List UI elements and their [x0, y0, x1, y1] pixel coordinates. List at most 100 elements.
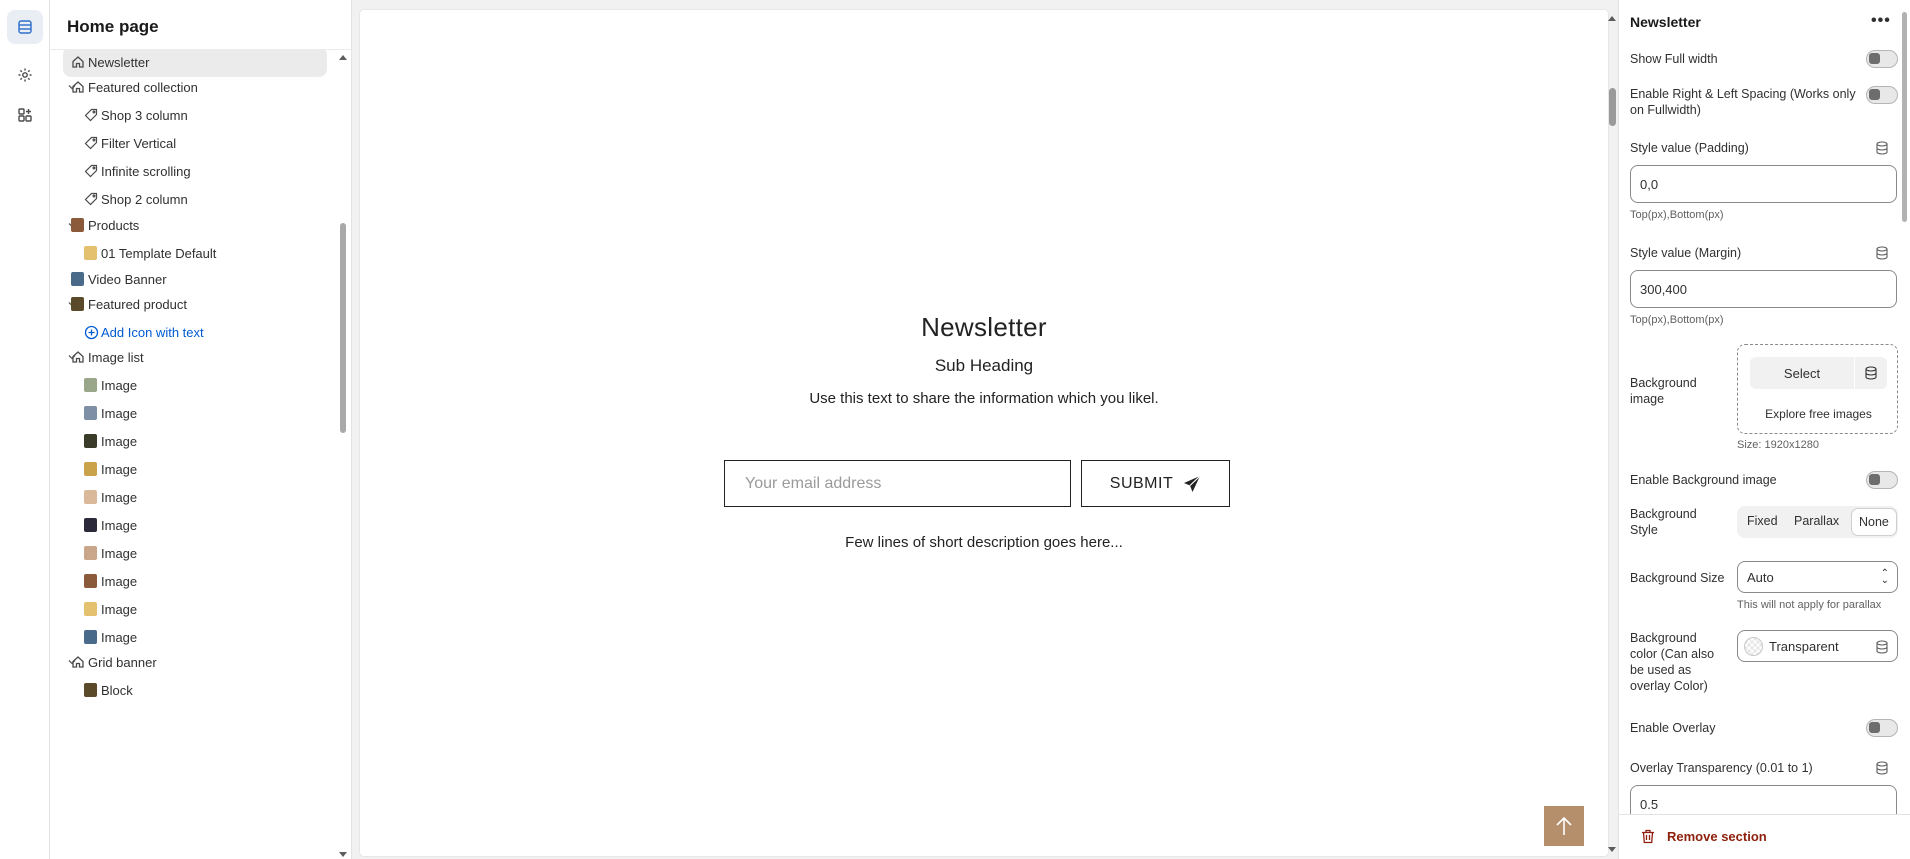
enable-overlay-toggle[interactable]: [1866, 719, 1898, 737]
tree-item-label: Newsletter: [88, 54, 150, 70]
tree-item-label: Image: [101, 405, 138, 421]
padding-input[interactable]: 0,0: [1630, 165, 1897, 203]
tag-icon: [83, 107, 99, 123]
tree-item[interactable]: Grid banner: [50, 647, 335, 677]
image-thumbnail: [84, 434, 97, 448]
tree-item-label: Image: [101, 573, 138, 589]
tree-item[interactable]: Featured product: [50, 289, 335, 319]
back-to-top-button[interactable]: [1544, 806, 1584, 846]
dynamic-source-icon[interactable]: [1855, 357, 1887, 389]
image-thumbnail: [84, 406, 97, 420]
tree-item-label: Products: [88, 217, 140, 233]
home-icon: [70, 349, 86, 365]
bg-image-label: Background image: [1630, 376, 1697, 406]
tree-item-label: Image: [101, 545, 138, 561]
newsletter-subheading: Sub Heading: [934, 356, 1034, 375]
more-actions-icon[interactable]: •••: [1871, 12, 1891, 30]
tree-item-label: Featured product: [88, 296, 188, 312]
home-icon: [70, 54, 86, 70]
bg-size-label: Background Size: [1630, 571, 1725, 585]
show-full-width-toggle[interactable]: [1866, 50, 1898, 68]
submit-button[interactable]: SUBMIT: [1081, 460, 1230, 507]
bg-style-none[interactable]: None: [1851, 508, 1897, 536]
image-thumbnail: [84, 462, 97, 476]
tree-item-label: Image: [101, 601, 138, 617]
image-thumbnail: [84, 602, 97, 616]
image-thumbnail: [84, 378, 97, 392]
tree-item[interactable]: Image list: [50, 342, 335, 372]
icon-rail: [0, 0, 50, 859]
tree-item-label: Image: [101, 461, 138, 477]
tree-item-label: Shop 3 column: [101, 107, 188, 123]
settings-gear-icon[interactable]: [7, 58, 43, 92]
sections-icon[interactable]: [7, 10, 43, 44]
bg-size-value: Auto: [1747, 569, 1774, 585]
apps-icon[interactable]: [7, 98, 43, 132]
tree-item[interactable]: Image: [50, 426, 335, 456]
preview-scrollbar[interactable]: [1606, 10, 1618, 856]
trash-icon: [1642, 829, 1654, 844]
enable-spacing-label: Enable Right & Left Spacing (Works only …: [1630, 87, 1856, 117]
tree-item[interactable]: Image: [50, 594, 335, 624]
tree-item[interactable]: Image: [50, 454, 335, 484]
tree-item[interactable]: Image: [50, 566, 335, 596]
tree-item-label: Add Icon with text: [101, 324, 204, 340]
sidebar-scrollbar[interactable]: [339, 55, 347, 859]
select-image-button[interactable]: Select: [1750, 357, 1854, 389]
product-thumbnail: [84, 246, 97, 260]
tree-item-label: Image: [101, 433, 138, 449]
margin-hint: Top(px),Bottom(px): [1630, 314, 1724, 326]
tree-item-label: 01 Template Default: [101, 245, 217, 261]
explore-free-images-link[interactable]: Explore free images: [1738, 407, 1899, 421]
bg-style-fixed[interactable]: Fixed: [1747, 514, 1778, 528]
section-tree: Newsletter Featured collection Shop 3 colu…: [50, 50, 335, 859]
tree-item[interactable]: Infinite scrolling: [50, 156, 335, 186]
newsletter-title: Newsletter: [921, 312, 1047, 342]
arrow-up-icon: [1556, 816, 1572, 835]
dynamic-source-icon[interactable]: [1875, 246, 1889, 260]
dynamic-source-icon[interactable]: [1875, 141, 1889, 155]
show-full-width-label: Show Full width: [1630, 52, 1718, 66]
tree-item[interactable]: Block: [50, 675, 335, 705]
tree-item-label: Image: [101, 629, 138, 645]
page-title: Home page: [50, 0, 351, 50]
tree-item[interactable]: Image: [50, 510, 335, 540]
tree-item-label: Shop 2 column: [101, 191, 188, 207]
tree-item[interactable]: Image: [50, 482, 335, 512]
email-input[interactable]: Your email address: [724, 460, 1071, 507]
tree-item-label: Grid banner: [88, 654, 157, 670]
tree-item-label: Video Banner: [88, 271, 167, 287]
tag-icon: [83, 163, 99, 179]
preview-canvas: Newsletter Sub Heading Use this text to …: [360, 10, 1608, 856]
padding-label: Style value (Padding): [1630, 141, 1749, 155]
tree-item[interactable]: Featured collection: [50, 72, 335, 102]
margin-input[interactable]: 300,400: [1630, 270, 1897, 308]
bg-image-picker: Select Explore free images: [1737, 344, 1898, 434]
overlay-label: Overlay Transparency (0.01 to 1): [1630, 761, 1813, 775]
dynamic-source-icon[interactable]: [1875, 640, 1889, 654]
bg-size-select[interactable]: Auto ⌃ ⌄: [1737, 561, 1898, 593]
tree-item[interactable]: Image: [50, 398, 335, 428]
tree-item[interactable]: Filter Vertical: [50, 128, 335, 158]
image-thumbnail: [84, 683, 97, 697]
tree-item[interactable]: Image: [50, 538, 335, 568]
tree-item[interactable]: Products: [50, 210, 335, 240]
bg-style-label: Background Style: [1630, 507, 1697, 537]
tree-item-label: Image: [101, 377, 138, 393]
image-thumbnail: [84, 546, 97, 560]
enable-bg-image-toggle[interactable]: [1866, 471, 1898, 489]
transparent-swatch: [1744, 637, 1763, 656]
bg-color-picker[interactable]: Transparent: [1737, 630, 1898, 662]
image-thumbnail: [84, 490, 97, 504]
bg-style-segmented: Fixed Parallax None: [1737, 506, 1898, 538]
bg-size-hint: This will not apply for parallax: [1737, 599, 1882, 611]
tree-item[interactable]: Image: [50, 370, 335, 400]
remove-section-button[interactable]: Remove section: [1667, 829, 1767, 844]
enable-spacing-toggle[interactable]: [1866, 86, 1898, 104]
settings-panel: Newsletter ••• Show Full width Enable Ri…: [1618, 0, 1910, 859]
panel-scrollbar[interactable]: [1900, 0, 1910, 814]
dynamic-source-icon[interactable]: [1875, 761, 1889, 775]
tree-item[interactable]: Shop 3 column: [50, 100, 335, 130]
margin-label: Style value (Margin): [1630, 246, 1742, 260]
bg-style-parallax[interactable]: Parallax: [1794, 514, 1839, 528]
